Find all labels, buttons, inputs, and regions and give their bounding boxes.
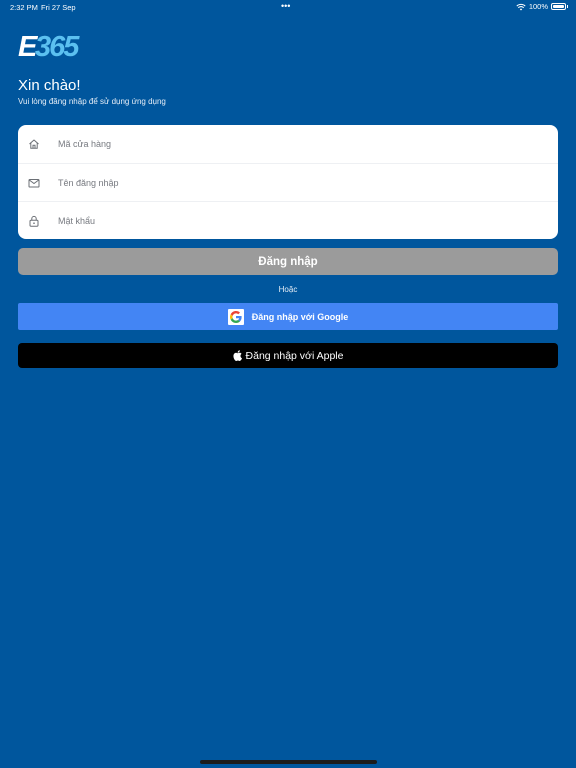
google-login-button[interactable]: Đăng nhập với Google bbox=[18, 303, 558, 330]
store-code-input[interactable] bbox=[58, 125, 548, 163]
e365-logo: E 365 bbox=[18, 31, 82, 59]
store-code-row bbox=[18, 125, 558, 163]
status-right: 100% bbox=[516, 2, 568, 11]
status-bar: 2:32 PM Fri 27 Sep ••• 100% bbox=[0, 0, 576, 14]
apple-icon bbox=[232, 350, 242, 361]
login-button[interactable]: Đăng nhập bbox=[18, 248, 558, 275]
svg-text:365: 365 bbox=[35, 31, 80, 59]
wifi-icon bbox=[516, 3, 526, 10]
login-form-card bbox=[18, 125, 558, 239]
greeting-title: Xin chào! bbox=[18, 77, 81, 94]
password-row bbox=[18, 201, 558, 239]
home-icon bbox=[29, 139, 39, 149]
username-row bbox=[18, 163, 558, 201]
apple-login-button[interactable]: Đăng nhập với Apple bbox=[18, 343, 558, 368]
greeting-subtitle: Vui lòng đăng nhập để sử dụng ứng dụng bbox=[18, 97, 166, 106]
multitasking-dots-icon[interactable]: ••• bbox=[281, 1, 290, 11]
google-login-label: Đăng nhập với Google bbox=[251, 311, 349, 322]
battery-icon bbox=[551, 3, 568, 10]
status-time: 2:32 PM bbox=[10, 3, 38, 12]
username-input[interactable] bbox=[58, 164, 548, 201]
apple-login-label: Đăng nhập với Apple bbox=[245, 349, 344, 362]
lock-icon bbox=[29, 215, 39, 227]
or-separator: Hoặc bbox=[278, 285, 298, 294]
status-date: Fri 27 Sep bbox=[41, 3, 76, 12]
home-indicator[interactable] bbox=[200, 760, 377, 764]
google-icon bbox=[227, 308, 244, 325]
password-input[interactable] bbox=[58, 202, 548, 239]
battery-percent: 100% bbox=[528, 2, 548, 11]
mail-icon bbox=[28, 178, 40, 187]
